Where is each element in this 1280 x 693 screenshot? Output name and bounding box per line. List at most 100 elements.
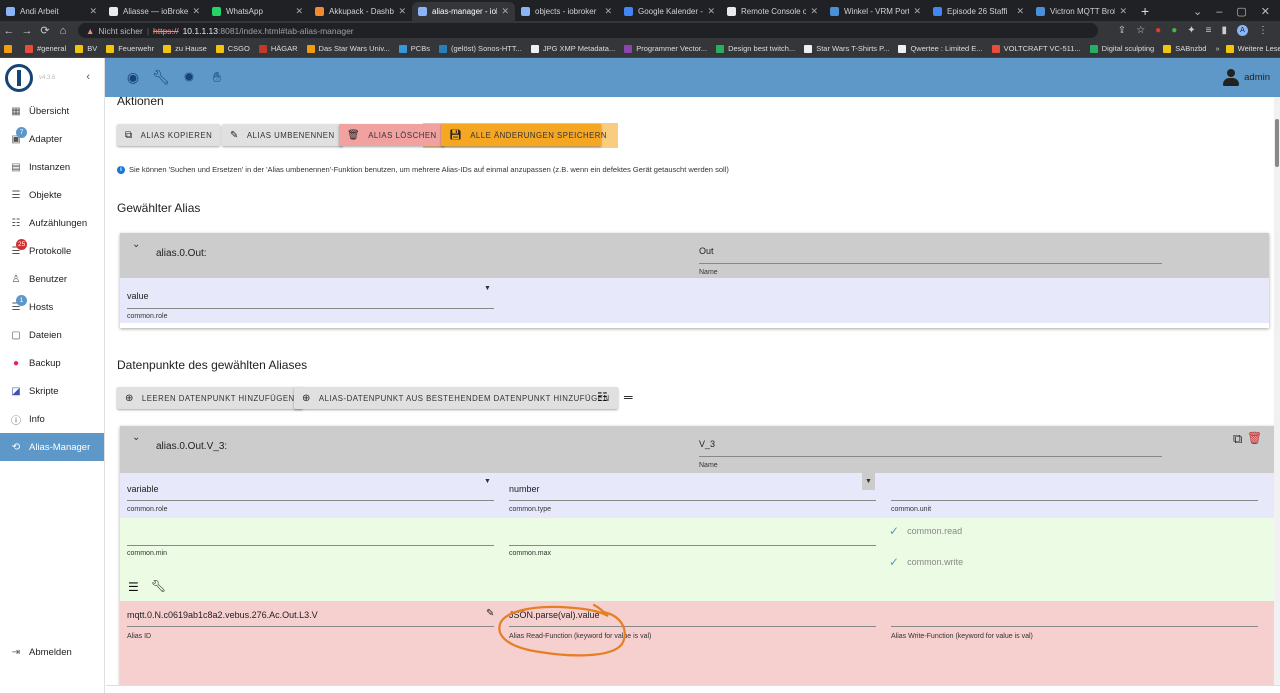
reload-icon[interactable]: ⟳ <box>36 24 54 37</box>
delete-alias-button[interactable]: 🗑︎ ALIAS LÖSCHEN <box>339 124 445 146</box>
alias-name-value[interactable]: Out <box>699 246 714 256</box>
close-icon[interactable]: ✕ <box>295 6 303 17</box>
browser-tab[interactable]: Google Kalender - W ✕ <box>618 2 721 21</box>
profile-avatar[interactable]: A <box>1237 25 1248 36</box>
browser-tab[interactable]: Andi Arbeit ✕ <box>0 2 103 21</box>
datapoint-name-value[interactable]: V_3 <box>699 439 715 449</box>
eye-icon[interactable]: ◉ <box>119 64 147 92</box>
browser-tab[interactable]: Victron MQTT Broke ✕ <box>1030 2 1133 21</box>
close-icon[interactable]: ✕ <box>89 6 97 17</box>
compact-view-icon[interactable]: ═ <box>624 390 633 404</box>
bookmark-item[interactable]: SABnzbd <box>1163 44 1206 53</box>
edit-pencil-icon[interactable]: ✎ <box>486 608 494 619</box>
close-icon[interactable]: ✕ <box>913 6 921 17</box>
alias-id-input[interactable]: mqtt.0.N.c0619ab1c8a2.vebus.276.Ac.Out.L… <box>127 610 318 620</box>
menu-icon[interactable]: ⋮ <box>1258 25 1268 36</box>
share-icon[interactable]: ⇪ <box>1118 25 1126 36</box>
bookmark-item[interactable]: (gelöst) Sonos-HTT... <box>438 44 522 53</box>
sidebar-item-protokolle[interactable]: ☰ Protokolle 25 <box>0 237 104 265</box>
other-bookmarks[interactable]: Weitere Lesezeichen <box>1225 44 1280 53</box>
home-icon[interactable]: ⌂ <box>54 25 72 37</box>
expand-icon[interactable]: ⌄ <box>132 432 140 443</box>
new-tab-button[interactable]: + <box>1133 2 1157 21</box>
browser-tab[interactable]: WhatsApp ✕ <box>206 2 309 21</box>
sidebar-item-instanzen[interactable]: ▤ Instanzen <box>0 153 104 181</box>
add-empty-datapoint-button[interactable]: ⊕ LEEREN DATENPUNKT HINZUFÜGEN <box>117 387 303 409</box>
dropdown-arrow-icon[interactable]: ▼ <box>484 285 491 292</box>
sidebar-item-übersicht[interactable]: ▦ Übersicht <box>0 97 104 125</box>
sidepanel-icon[interactable]: ▮ <box>1221 25 1227 36</box>
sidebar-item-objekte[interactable]: ☰ Objekte <box>0 181 104 209</box>
sidebar-item-info[interactable]: ⓘ Info <box>0 405 104 433</box>
bookmark-item[interactable]: BV <box>75 44 97 53</box>
close-icon[interactable]: ✕ <box>1016 6 1024 17</box>
close-icon[interactable]: ✕ <box>501 6 509 17</box>
extension-abp-icon[interactable]: ● <box>1155 25 1161 36</box>
bookmark-item[interactable]: HÄGAR <box>258 44 298 53</box>
sidebar-item-dateien[interactable]: ▢ Dateien <box>0 321 104 349</box>
wrench-icon[interactable]: 🔧︎ <box>147 64 175 92</box>
sidebar-item-alias-manager[interactable]: ⟲ Alias-Manager <box>0 433 104 461</box>
bookmark-item[interactable]: Design best twitch... <box>716 44 795 53</box>
sidebar-item-benutzer[interactable]: ♙ Benutzer <box>0 265 104 293</box>
browser-tab[interactable]: Episode 26 Staffi ✕ <box>927 2 1030 21</box>
browser-tab[interactable]: Aliasse — ioBroker C✕ <box>103 2 206 21</box>
bookmark-item[interactable]: Digital sculpting <box>1089 44 1154 53</box>
alias-role-select[interactable]: value <box>127 291 149 301</box>
browser-tab[interactable]: Akkupack - Dashboa ✕ <box>309 2 412 21</box>
wrench-icon[interactable]: 🔧︎ <box>151 579 166 593</box>
expand-icon[interactable]: ⌄ <box>132 239 140 250</box>
scrollbar-thumb[interactable] <box>1275 119 1279 167</box>
close-icon[interactable]: ✕ <box>398 6 406 17</box>
common-write-checkbox[interactable]: ✓ common.write <box>889 555 963 569</box>
rename-alias-button[interactable]: ✎ ALIAS UMBENENNEN <box>222 124 343 146</box>
datapoint-role-select[interactable]: variable <box>127 484 159 494</box>
bookmark-item[interactable]: Star Wars T-Shirts P... <box>804 44 889 53</box>
sort-list-icon[interactable]: ☷ <box>597 390 608 404</box>
sidebar-item-adapter[interactable]: ▣ Adapter 7 <box>0 125 104 153</box>
content-scrollbar[interactable] <box>1274 97 1280 685</box>
sidebar-item-backup[interactable]: ● Backup <box>0 349 104 377</box>
dropdown-arrow-icon[interactable]: ▼ <box>862 473 875 490</box>
user-menu[interactable]: admin <box>1222 68 1270 87</box>
bookmark-item[interactable]: #general <box>25 44 66 53</box>
add-existing-datapoint-button[interactable]: ⊕ ALIAS-DATENPUNKT AUS BESTEHENDEM DATENP… <box>294 387 618 409</box>
close-icon[interactable]: ✕ <box>604 6 612 17</box>
close-icon[interactable]: ✕ <box>707 6 715 17</box>
back-icon[interactable]: ← <box>0 25 18 37</box>
close-icon[interactable]: ✕ <box>810 6 818 17</box>
browser-tab[interactable]: objects - iobroker ✕ <box>515 2 618 21</box>
dropdown-arrow-icon[interactable]: ▼ <box>484 478 491 485</box>
bookmark-item[interactable]: Das Star Wars Univ... <box>306 44 390 53</box>
settings-icon[interactable]: ✹ <box>175 64 203 92</box>
close-window-icon[interactable]: ✕ <box>1261 5 1270 18</box>
delete-icon[interactable]: 🗑︎ <box>1247 431 1262 445</box>
star-icon[interactable]: ☆ <box>1136 25 1145 36</box>
bookmark-item[interactable]: Programmer Vector... <box>624 44 707 53</box>
sidebar-item-skripte[interactable]: ◪ Skripte <box>0 377 104 405</box>
close-icon[interactable]: ✕ <box>192 6 200 17</box>
collapse-sidebar-icon[interactable]: ‹ <box>86 71 90 83</box>
bookmark-item[interactable]: VOLTCRAFT VC-511... <box>991 44 1081 53</box>
bookmark-item[interactable]: JPG XMP Metadata... <box>530 44 615 53</box>
bookmark-item[interactable]: zu Hause <box>163 44 207 53</box>
browser-tab[interactable]: Winkel - VRM Portal ✕ <box>824 2 927 21</box>
copy-alias-button[interactable]: ⧉ ALIAS KOPIEREN <box>117 124 221 146</box>
sidebar-item-hosts[interactable]: ☰ Hosts 1 <box>0 293 104 321</box>
minimize-icon[interactable]: – <box>1216 6 1222 18</box>
bookmarks-overflow[interactable]: » <box>1215 44 1219 53</box>
bookmark-item[interactable]: CSGO <box>215 44 250 53</box>
forward-icon[interactable]: → <box>18 25 36 37</box>
bookmark-item[interactable]: Qwertee : Limited E... <box>898 44 983 53</box>
sidebar-item-aufzählungen[interactable]: ☷ Aufzählungen <box>0 209 104 237</box>
datapoint-type-select[interactable]: number <box>509 484 540 494</box>
read-function-input[interactable]: JSON.parse(val).value <box>509 610 600 620</box>
expert-mode-icon[interactable]: ✋︎ <box>203 64 231 92</box>
list-view-icon[interactable]: ☰ <box>128 580 139 594</box>
bookmark-item[interactable]: PCBs <box>398 44 430 53</box>
save-all-button[interactable]: 💾︎ ALLE ÄNDERUNGEN SPEICHERN <box>441 124 607 146</box>
maximize-icon[interactable]: ▢ <box>1236 5 1246 18</box>
tab-search-icon[interactable]: ⌄ <box>1193 5 1202 18</box>
sidebar-item-logout[interactable]: ⇥ Abmelden <box>0 638 105 666</box>
browser-tab[interactable]: Remote Console on ✕ <box>721 2 824 21</box>
